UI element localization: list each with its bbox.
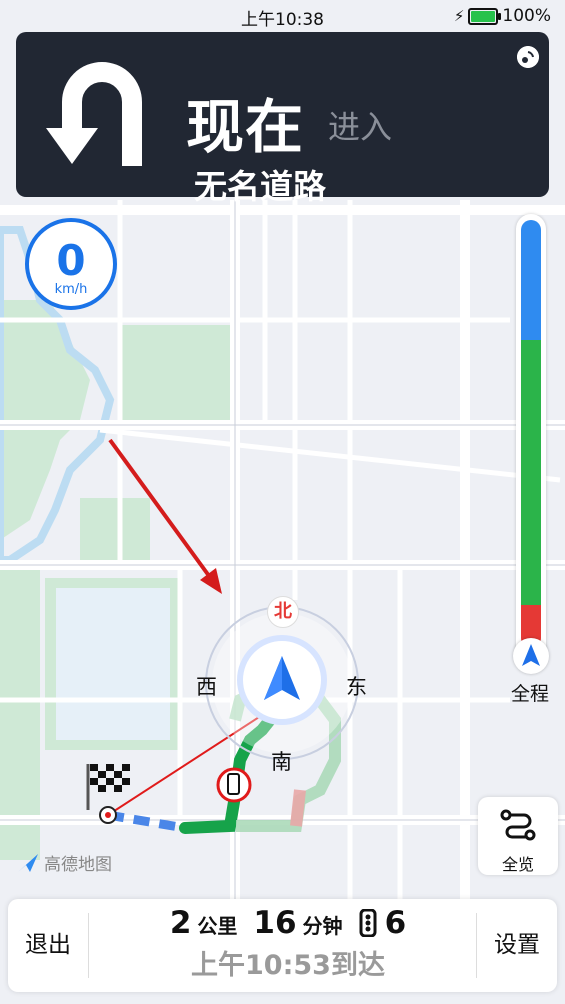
speed-value: 0	[56, 236, 86, 285]
route-progress-track	[521, 220, 541, 648]
exit-button[interactable]: 退出	[8, 899, 88, 992]
full-view-label: 全览	[501, 855, 534, 874]
full-view-button[interactable]: 全览	[478, 797, 558, 875]
amap-logo-text: 高德地图	[44, 855, 112, 875]
route-overview-label: 全程	[511, 683, 550, 705]
distance-value: 2	[169, 905, 192, 941]
route-progress-bar[interactable]	[516, 214, 546, 666]
amap-logo: 高德地图	[16, 850, 112, 875]
amap-logo-icon	[18, 853, 38, 872]
time-unit: 分钟	[302, 914, 343, 938]
compass-east: 东	[346, 675, 367, 699]
traffic-lights-count: 6	[384, 905, 407, 941]
battery-fill	[471, 10, 496, 22]
compass-west: 西	[196, 675, 217, 699]
status-bar: 上午10:38 ⚡ 100%	[0, 0, 565, 34]
voice-signal-icon[interactable]	[517, 46, 539, 68]
car-position-icon	[251, 649, 313, 711]
guidance-action-label: 进入	[328, 108, 393, 146]
u-turn-icon	[46, 62, 142, 166]
charging-icon: ⚡	[453, 7, 465, 25]
progress-segment	[521, 339, 541, 606]
guidance-road-name: 无名道路	[194, 167, 326, 206]
compass-south: 南	[271, 750, 292, 774]
battery-icon	[468, 7, 502, 25]
guidance-panel[interactable]: 现在 进入 无名道路	[16, 32, 549, 206]
progress-segment	[521, 220, 541, 340]
bottom-bar: 退出 2 公里 16 分钟 6 上午10:53到达 设置	[8, 899, 557, 992]
distance-unit: 公里	[197, 914, 238, 938]
eta-label: 上午10:53到达	[191, 950, 385, 981]
battery-percent: 100%	[502, 6, 551, 26]
trip-stats: 2 公里 16 分钟 6	[98, 905, 478, 941]
divider	[88, 913, 89, 978]
progress-car-icon	[513, 638, 549, 674]
time-value: 16	[253, 905, 297, 941]
guidance-now-label: 现在	[186, 93, 305, 161]
finish-flag-icon	[86, 764, 130, 810]
speed-unit: km/h	[54, 282, 88, 297]
settings-button[interactable]: 设置	[477, 899, 557, 992]
compass-north[interactable]: 北	[267, 596, 299, 628]
traffic-light-icon	[359, 909, 377, 937]
speedometer: 0 km/h	[25, 218, 117, 310]
trip-summary[interactable]: 2 公里 16 分钟 6 上午10:53到达	[98, 905, 478, 982]
route-overview-icon	[500, 809, 536, 841]
status-right: ⚡ 100%	[454, 6, 551, 26]
